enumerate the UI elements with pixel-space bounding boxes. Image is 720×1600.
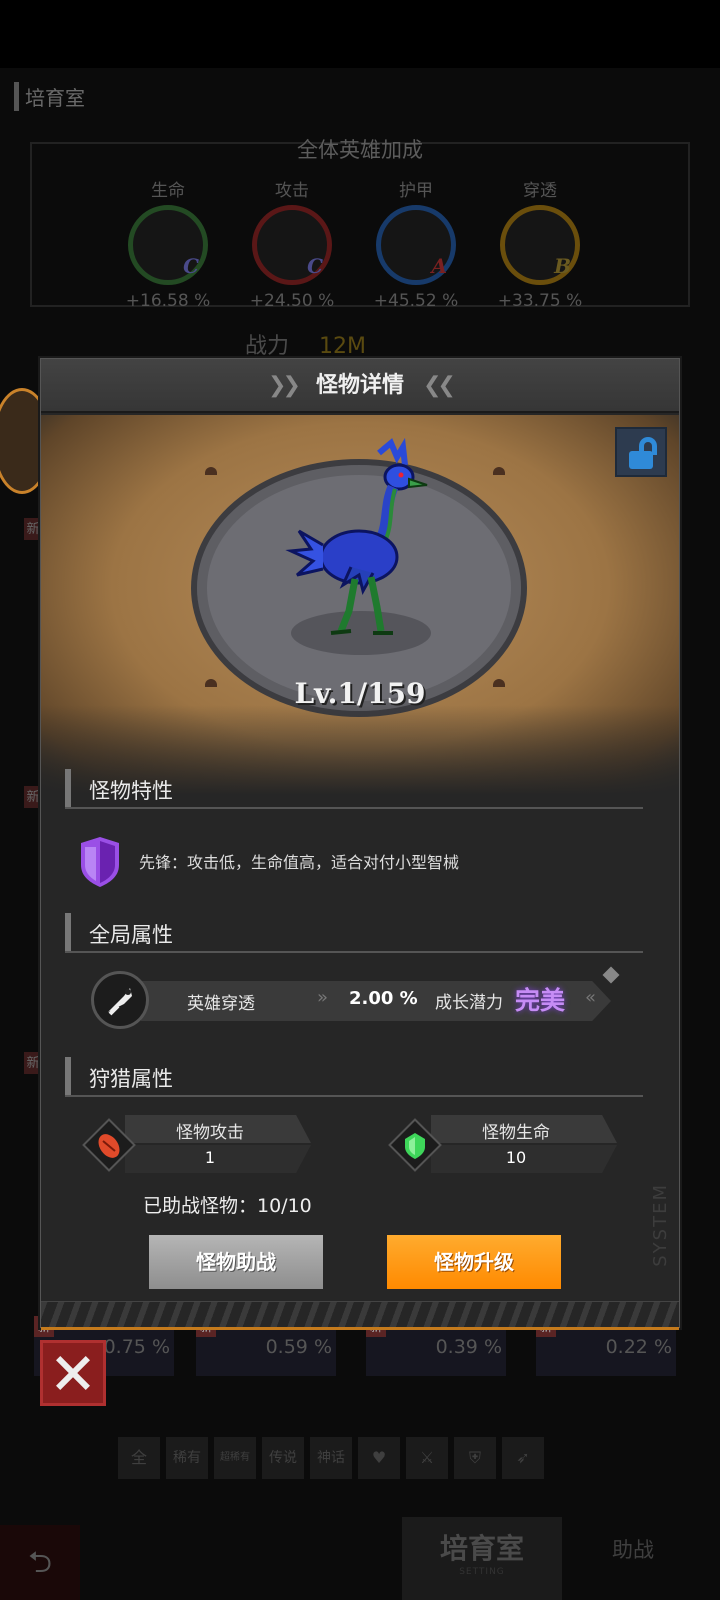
screen-title: 培育室 — [14, 82, 85, 111]
close-button[interactable] — [40, 1340, 106, 1406]
chevron-right-icon: ❯❯ — [268, 373, 301, 398]
monster-arena: Lv.1/159 — [41, 415, 679, 795]
card-value: 0.75 % — [103, 1336, 170, 1358]
system-watermark: SYSTEM — [650, 1183, 671, 1267]
filter-all[interactable]: 全 — [118, 1437, 160, 1479]
pierce-icon: B — [500, 205, 580, 285]
stat-value: +24.50 % — [249, 291, 335, 311]
modal-header: ❯❯ 怪物详情 ❮❮ — [41, 359, 679, 413]
attribute-value: 2.00 % — [349, 988, 418, 1009]
assist-button[interactable]: 怪物助战 — [149, 1235, 323, 1289]
chevron-double-left-icon: « — [585, 987, 597, 1008]
status-bar — [0, 0, 720, 68]
growth-label: 成长潜力 — [435, 993, 503, 1013]
monster-detail-modal: ❯❯ 怪物详情 ❮❮ Lv.1/159 怪物特性 先锋：攻击低，生命值高，适合对… — [40, 358, 680, 1330]
stat-pierce: 穿透 B +33.75 % — [490, 176, 590, 311]
filter-row: 全 稀有 超稀有 传说 神话 ♥ ⚔ ⛨ ➶ — [118, 1437, 544, 1479]
section-trait: 怪物特性 — [65, 769, 643, 809]
stat-armor: 护甲 A +45.52 % — [366, 176, 466, 311]
hunt-attack-label: 怪物攻击 — [176, 1123, 244, 1143]
hazard-stripes — [41, 1301, 679, 1327]
pierce-icon — [91, 971, 149, 1029]
bonus-title: 全体英雄加成 — [297, 138, 423, 162]
growth-grade: 完美 — [515, 986, 566, 1015]
heart-icon: C — [128, 205, 208, 285]
hunt-hp-label: 怪物生命 — [482, 1123, 550, 1143]
hunt-hp-value: 10 — [505, 1148, 527, 1167]
section-title: 狩猎属性 — [89, 1067, 173, 1091]
filter-pierce-icon[interactable]: ➶ — [502, 1437, 544, 1479]
filter-heart-icon[interactable]: ♥ — [358, 1437, 400, 1479]
nav-tab-label: 培育室 — [439, 1532, 524, 1565]
card-value: 0.39 % — [435, 1336, 502, 1358]
chevron-left-icon: ❮❮ — [423, 373, 456, 398]
hunt-hp: 怪物生命 10 — [387, 1115, 617, 1175]
section-bar — [65, 769, 71, 807]
section-title: 怪物特性 — [89, 779, 173, 803]
filter-rare[interactable]: 稀有 — [166, 1437, 208, 1479]
chevron-double-icon: » — [317, 987, 329, 1008]
monster-sprite — [285, 437, 431, 655]
section-title: 全局属性 — [89, 923, 173, 947]
back-arrow-icon[interactable]: ⮌ — [0, 1525, 80, 1600]
stat-value: +33.75 % — [497, 291, 583, 311]
upgrade-button[interactable]: 怪物升级 — [387, 1235, 561, 1289]
stat-label: 穿透 — [523, 181, 557, 201]
nav-tab-sublabel: SETTING — [459, 1567, 505, 1577]
info-diamond-icon[interactable] — [602, 966, 620, 984]
global-attribute-row: 英雄穿透 » 2.00 % 成长潜力 完美 « — [91, 966, 621, 1029]
stat-value: +45.52 % — [373, 291, 459, 311]
power-label: 战力 — [245, 334, 290, 359]
stat-label: 攻击 — [275, 181, 309, 201]
power-display: 战力 12M — [245, 328, 366, 360]
section-hunt: 狩猎属性 — [65, 1057, 643, 1097]
section-bar — [65, 1057, 71, 1095]
stat-label: 生命 — [151, 181, 185, 201]
filter-myth[interactable]: 神话 — [310, 1437, 352, 1479]
shield-icon: A — [376, 205, 456, 285]
bolt-icon — [493, 467, 505, 475]
card-value: 0.59 % — [265, 1336, 332, 1358]
modal-title: 怪物详情 — [315, 373, 404, 398]
filter-sword-icon[interactable]: ⚔ — [406, 1437, 448, 1479]
stat-attack: 攻击 C +24.50 % — [242, 176, 342, 311]
stat-value: +16.58 % — [125, 291, 211, 311]
lock-button[interactable] — [615, 427, 667, 477]
filter-legend[interactable]: 传说 — [262, 1437, 304, 1479]
stat-label: 护甲 — [399, 181, 433, 201]
hunt-attack: 怪物攻击 1 — [81, 1115, 311, 1175]
sword-icon: C — [252, 205, 332, 285]
card-value: 0.22 % — [605, 1336, 672, 1358]
power-value: 12M — [319, 334, 366, 359]
accent-line — [41, 1327, 679, 1330]
nav-tab-assist[interactable]: 助战 — [612, 1534, 654, 1564]
stat-hp: 生命 C +16.58 % — [118, 176, 218, 311]
assisted-count: 已助战怪物：10/10 — [143, 1195, 312, 1217]
section-global: 全局属性 — [65, 913, 643, 953]
vanguard-shield-icon — [81, 837, 119, 887]
bolt-icon — [205, 467, 217, 475]
lock-body — [629, 451, 653, 469]
section-bar — [65, 913, 71, 951]
hunt-attack-value: 1 — [204, 1148, 216, 1167]
filter-super-rare[interactable]: 超稀有 — [214, 1437, 256, 1479]
attribute-name: 英雄穿透 — [187, 994, 255, 1014]
nav-tab-breeding[interactable]: 培育室 SETTING — [402, 1517, 562, 1600]
filter-shield-icon[interactable]: ⛨ — [454, 1437, 496, 1479]
trait-description: 先锋：攻击低，生命值高，适合对付小型智械 — [139, 853, 460, 872]
